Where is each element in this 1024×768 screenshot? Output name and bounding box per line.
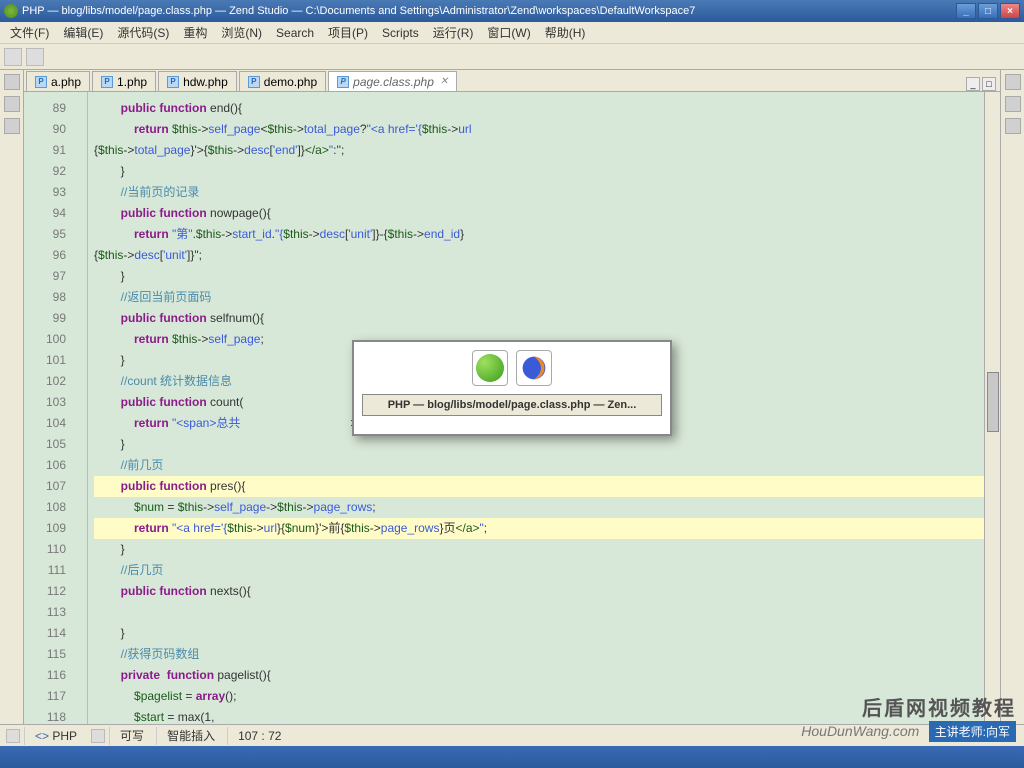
right-gutter	[1000, 70, 1024, 724]
status-icon[interactable]	[91, 729, 105, 743]
php-file-icon: P	[35, 76, 47, 88]
gutter-icon[interactable]	[1005, 74, 1021, 90]
tab-label: demo.php	[264, 75, 317, 89]
php-file-icon: P	[248, 76, 260, 88]
tool-icon[interactable]	[4, 48, 22, 66]
menu-item[interactable]: 源代码(S)	[111, 22, 175, 43]
gutter-icon[interactable]	[4, 118, 20, 134]
taskbar[interactable]	[0, 746, 1024, 768]
left-gutter	[0, 70, 24, 724]
menu-item[interactable]: Search	[270, 24, 320, 42]
menu-item[interactable]: 浏览(N)	[215, 22, 268, 43]
tab-controls: _ □	[966, 77, 1000, 91]
menu-item[interactable]: 帮助(H)	[539, 22, 592, 43]
watermark-teacher: 主讲老师:向军	[929, 721, 1016, 742]
watermark-en: HouDunWang.com	[801, 723, 919, 739]
menu-bar: 文件(F)编辑(E)源代码(S)重构浏览(N)Search项目(P)Script…	[0, 22, 1024, 44]
php-file-icon: P	[337, 76, 349, 88]
tab-label: a.php	[51, 75, 81, 89]
vertical-scrollbar[interactable]	[984, 92, 1000, 724]
menu-item[interactable]: 文件(F)	[4, 22, 55, 43]
toolbar	[0, 44, 1024, 70]
line-numbers: 8990919293949596979899100101102103104105…	[24, 92, 74, 724]
status-icon[interactable]	[6, 729, 20, 743]
status-cursor-pos: 107 : 72	[227, 727, 291, 745]
tab-label: hdw.php	[183, 75, 228, 89]
php-file-icon: P	[167, 76, 179, 88]
gutter-icon[interactable]	[1005, 96, 1021, 112]
window-controls: _ □ ×	[956, 3, 1020, 19]
menu-item[interactable]: 重构	[177, 22, 213, 43]
watermark-cn: 后盾网视频教程	[801, 692, 1016, 721]
menu-item[interactable]: 编辑(E)	[57, 22, 109, 43]
gutter-icon[interactable]	[1005, 118, 1021, 134]
status-insert: 智能插入	[156, 727, 225, 745]
editor-tab[interactable]: Pdemo.php	[239, 71, 326, 91]
popup-label: PHP — blog/libs/model/page.class.php — Z…	[362, 394, 662, 416]
maximize-button[interactable]: □	[978, 3, 998, 19]
tab-label: 1.php	[117, 75, 147, 89]
editor-tab[interactable]: Phdw.php	[158, 71, 237, 91]
title-bar: PHP — blog/libs/model/page.class.php — Z…	[0, 0, 1024, 22]
tool-icon[interactable]	[26, 48, 44, 66]
status-writable: 可写	[109, 727, 154, 745]
tab-max-icon[interactable]: □	[982, 77, 996, 91]
watermark: 后盾网视频教程 HouDunWang.com 主讲老师:向军	[801, 692, 1016, 742]
close-button[interactable]: ×	[1000, 3, 1020, 19]
menu-item[interactable]: Scripts	[376, 24, 425, 42]
editor-tab[interactable]: Pa.php	[26, 71, 90, 91]
firefox-app-icon[interactable]	[516, 350, 552, 386]
scrollbar-thumb[interactable]	[987, 372, 999, 432]
gutter-icon[interactable]	[4, 96, 20, 112]
fold-gutter[interactable]	[74, 92, 88, 724]
status-lang: <> PHP	[24, 727, 87, 745]
menu-item[interactable]: 项目(P)	[322, 22, 374, 43]
editor-tab[interactable]: P 1.php	[92, 71, 156, 91]
app-icon	[4, 4, 18, 18]
alt-tab-popup[interactable]: PHP — blog/libs/model/page.class.php — Z…	[352, 340, 672, 436]
menu-item[interactable]: 窗口(W)	[481, 22, 536, 43]
menu-item[interactable]: 运行(R)	[427, 22, 480, 43]
close-tab-icon[interactable]: ✕	[440, 76, 448, 87]
zend-app-icon[interactable]	[472, 350, 508, 386]
gutter-icon[interactable]	[4, 74, 20, 90]
tab-min-icon[interactable]: _	[966, 77, 980, 91]
window-title: PHP — blog/libs/model/page.class.php — Z…	[22, 5, 956, 17]
minimize-button[interactable]: _	[956, 3, 976, 19]
editor-tab[interactable]: Ppage.class.php ✕	[328, 71, 457, 91]
php-file-icon: P	[101, 76, 113, 88]
tab-bar: Pa.phpP1.phpPhdw.phpPdemo.phpPpage.class…	[24, 70, 1000, 92]
tab-label: page.class.php	[353, 75, 434, 89]
